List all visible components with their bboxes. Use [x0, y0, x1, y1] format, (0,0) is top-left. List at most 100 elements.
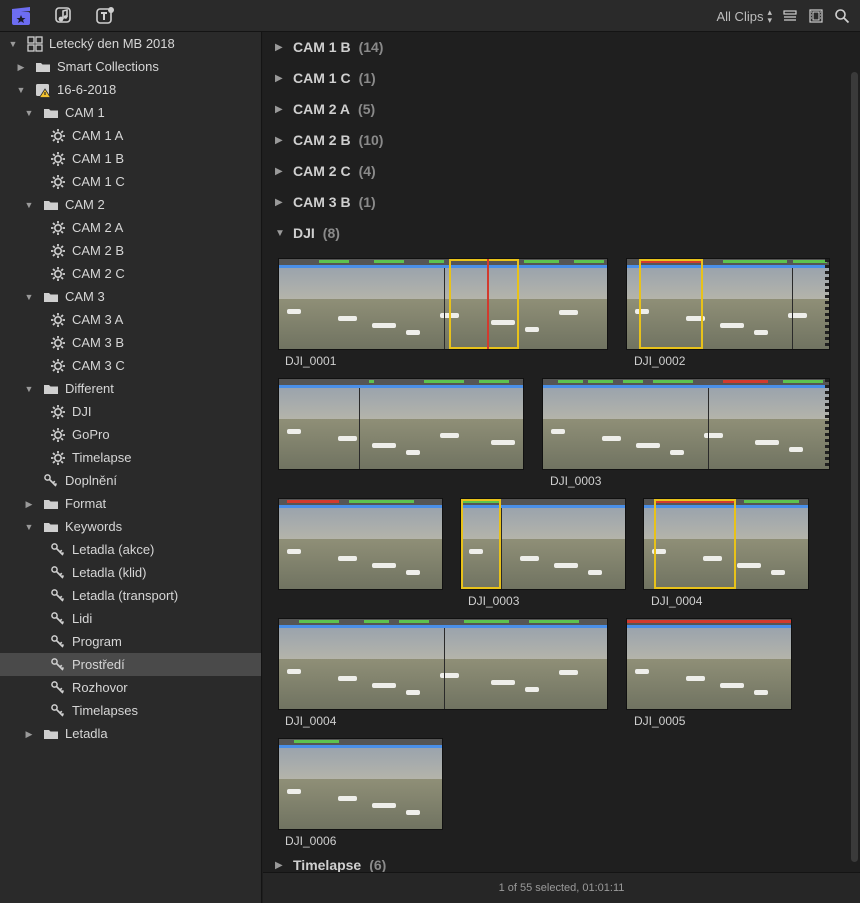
sidebar-item[interactable]: Timelapse [0, 446, 261, 469]
sidebar-item[interactable]: CAM 3 A [0, 308, 261, 331]
sidebar-item[interactable]: CAM 2 A [0, 216, 261, 239]
disclosure-closed-icon[interactable]: ▶ [275, 104, 293, 115]
aircraft-mark [440, 673, 459, 678]
sidebar-item[interactable]: ▼ CAM 3 [0, 285, 261, 308]
sidebar-item[interactable]: CAM 1 B [0, 147, 261, 170]
sidebar-item[interactable]: Lidi [0, 607, 261, 630]
disclosure-open-icon[interactable]: ▼ [8, 39, 18, 49]
thumbnail-sky [279, 507, 442, 543]
playhead[interactable] [487, 259, 489, 349]
clip-filmstrip[interactable] [278, 618, 608, 710]
sidebar-item[interactable]: ▼ CAM 2 [0, 193, 261, 216]
sidebar-item[interactable]: Letadla (transport) [0, 584, 261, 607]
disclosure-closed-icon[interactable]: ▶ [275, 166, 293, 177]
sidebar-item[interactable]: CAM 2 B [0, 239, 261, 262]
selection-range[interactable] [639, 259, 703, 349]
sidebar-item[interactable]: ▶ Format [0, 492, 261, 515]
selection-range[interactable] [449, 259, 519, 349]
list-view-icon[interactable] [782, 8, 798, 24]
group-header[interactable]: ▶ CAM 1 B (14) [275, 37, 383, 57]
search-icon[interactable] [834, 8, 850, 24]
clip-name[interactable]: DJI_0003 [468, 594, 519, 608]
group-header[interactable]: ▶ CAM 2 A (5) [275, 99, 375, 119]
clip-filmstrip[interactable] [278, 498, 443, 590]
clip-name[interactable]: DJI_0005 [634, 714, 685, 728]
aircraft-mark [636, 443, 660, 448]
aircraft-mark [686, 676, 705, 681]
keyword-bar [543, 385, 829, 388]
disclosure-closed-icon[interactable]: ▶ [275, 42, 293, 53]
sidebar-item[interactable]: Doplnění [0, 469, 261, 492]
sidebar-item-label: CAM 2 A [72, 220, 124, 235]
group-header[interactable]: ▶ CAM 2 B (10) [275, 130, 383, 150]
group-name: CAM 1 B [293, 39, 351, 55]
clip-name[interactable]: DJI_0001 [285, 354, 336, 368]
disclosure-open-icon[interactable]: ▼ [24, 384, 34, 394]
sidebar-item[interactable]: GoPro [0, 423, 261, 446]
sidebar-item[interactable]: ▼ Different [0, 377, 261, 400]
disclosure-open-icon[interactable]: ▼ [24, 292, 34, 302]
group-header[interactable]: ▼ DJI (8) [275, 223, 340, 243]
sidebar-item[interactable]: CAM 2 C [0, 262, 261, 285]
aircraft-mark [372, 563, 396, 568]
titles-generators-icon[interactable] [95, 6, 115, 26]
sidebar-item[interactable]: ▼ Keywords [0, 515, 261, 538]
sidebar-item[interactable]: CAM 1 A [0, 124, 261, 147]
clip-filter-popup[interactable]: All Clips ▴ ▾ [717, 8, 773, 25]
group-count: (5) [358, 101, 376, 117]
disclosure-closed-icon[interactable]: ▶ [275, 135, 293, 146]
disclosure-open-icon[interactable]: ▼ [24, 522, 34, 532]
disclosure-closed-icon[interactable]: ▶ [275, 197, 293, 208]
clip-name[interactable]: DJI_0002 [634, 354, 685, 368]
sidebar-item[interactable]: ▶ Letadla [0, 722, 261, 745]
disclosure-closed-icon[interactable]: ▶ [24, 499, 34, 509]
disclosure-closed-icon[interactable]: ▶ [24, 729, 34, 739]
folder-icon [43, 289, 65, 305]
clip-filmstrip[interactable] [278, 378, 524, 470]
sidebar-item[interactable]: ▶ Smart Collections [0, 55, 261, 78]
clip-filmstrip[interactable] [626, 258, 830, 350]
group-header[interactable]: ▶ CAM 1 C (1) [275, 68, 376, 88]
clip-filmstrip[interactable] [542, 378, 830, 470]
group-header[interactable]: ▶ CAM 3 B (1) [275, 192, 376, 212]
sidebar-item[interactable]: CAM 1 C [0, 170, 261, 193]
disclosure-closed-icon[interactable]: ▶ [275, 860, 293, 871]
sidebar-item[interactable]: Letadla (akce) [0, 538, 261, 561]
sidebar-item[interactable]: CAM 3 C [0, 354, 261, 377]
clip-filmstrip[interactable] [460, 498, 626, 590]
sidebar-item[interactable]: Letadla (klid) [0, 561, 261, 584]
disclosure-closed-icon[interactable]: ▶ [16, 62, 26, 72]
disclosure-open-icon[interactable]: ▼ [24, 200, 34, 210]
browser-scrollbar[interactable] [851, 72, 858, 862]
sidebar-item[interactable]: Program [0, 630, 261, 653]
photos-audio-icon[interactable] [53, 6, 73, 26]
sidebar-item[interactable]: ▼ 16-6-2018 [0, 78, 261, 101]
clip-filmstrip[interactable] [278, 738, 443, 830]
clip-name[interactable]: DJI_0006 [285, 834, 336, 848]
sidebar-item[interactable]: DJI [0, 400, 261, 423]
favorite-bar [369, 380, 374, 383]
clip-filmstrip[interactable] [278, 258, 608, 350]
clip-filmstrip[interactable] [626, 618, 792, 710]
sidebar-item[interactable]: Rozhovor [0, 676, 261, 699]
disclosure-open-icon[interactable]: ▼ [275, 228, 293, 239]
filmstrip-view-icon[interactable] [808, 8, 824, 24]
group-header[interactable]: ▶ CAM 2 C (4) [275, 161, 376, 181]
group-header[interactable]: ▶ Timelapse (6) [275, 855, 386, 872]
sidebar-item[interactable]: Timelapses [0, 699, 261, 722]
clip-name[interactable]: DJI_0003 [550, 474, 601, 488]
clip-name[interactable]: DJI_0004 [651, 594, 702, 608]
libraries-icon[interactable] [11, 6, 31, 26]
clip-filmstrip[interactable] [643, 498, 809, 590]
keyword-icon [50, 703, 72, 719]
disclosure-open-icon[interactable]: ▼ [24, 108, 34, 118]
selection-range[interactable] [654, 499, 736, 589]
disclosure-open-icon[interactable]: ▼ [16, 85, 26, 95]
selection-range[interactable] [461, 499, 501, 589]
sidebar-item[interactable]: ▼ CAM 1 [0, 101, 261, 124]
sidebar-item[interactable]: Prostředí [0, 653, 261, 676]
sidebar-item[interactable]: ▼ Letecký den MB 2018 [0, 32, 261, 55]
disclosure-closed-icon[interactable]: ▶ [275, 73, 293, 84]
sidebar-item[interactable]: CAM 3 B [0, 331, 261, 354]
clip-name[interactable]: DJI_0004 [285, 714, 336, 728]
